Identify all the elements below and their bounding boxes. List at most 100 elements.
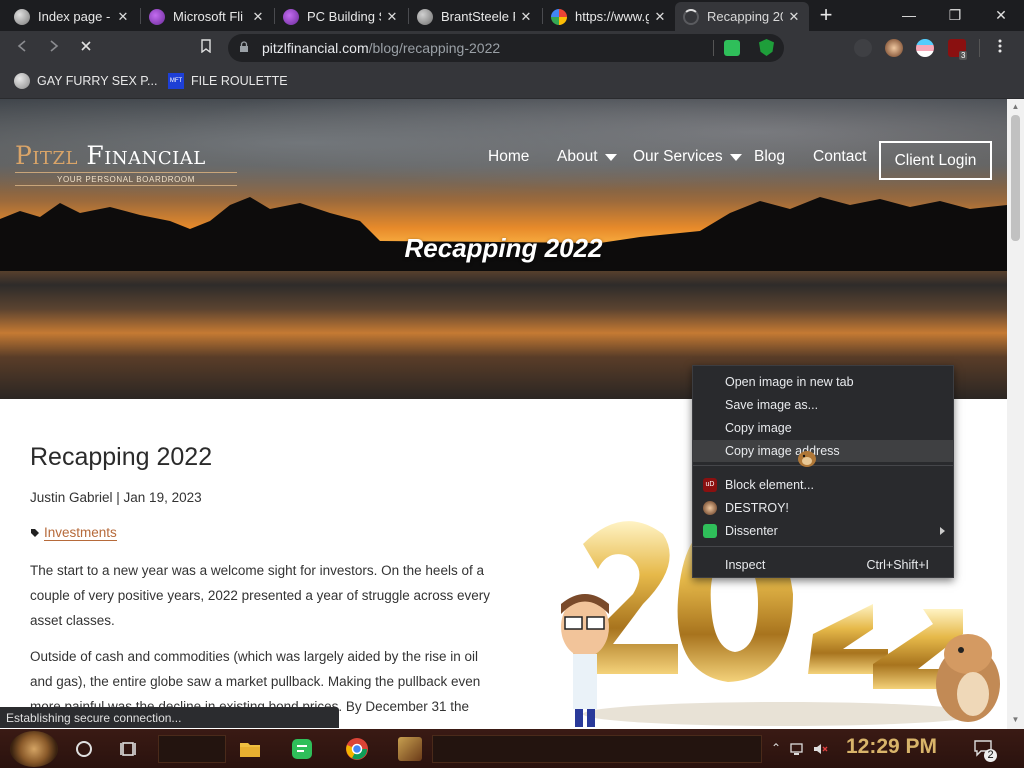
paragraph-line: couple of very positive years, 2022 pres… <box>30 588 490 603</box>
url-host: pitzlfinancial.com <box>262 40 369 56</box>
search-circle-icon[interactable] <box>72 737 96 761</box>
avatar-extension-icon[interactable] <box>885 39 903 57</box>
tab-google[interactable]: https://www.g ✕ <box>543 2 675 31</box>
menu-dissenter[interactable]: Dissenter <box>693 520 953 542</box>
tab-microsoft-flight[interactable]: Microsoft Fli ✕ <box>141 2 273 31</box>
purple-app-icon <box>149 8 165 25</box>
back-button[interactable] <box>12 38 32 58</box>
chrome-icon[interactable] <box>345 737 369 761</box>
scroll-up-arrow-icon[interactable]: ▲ <box>1011 102 1020 111</box>
bookmark-button[interactable] <box>196 38 216 58</box>
menu-separator <box>693 465 953 466</box>
tab-title: Recapping 20 <box>707 9 783 24</box>
restore-button[interactable]: ❐ <box>932 0 978 31</box>
flag-extension-icon[interactable] <box>916 39 934 57</box>
forward-button[interactable] <box>44 38 64 58</box>
logo-wordmark: Pitzl Financial <box>15 141 237 170</box>
network-icon[interactable] <box>790 741 806 757</box>
nav-about[interactable]: About <box>557 148 617 166</box>
tab-recapping-2022[interactable]: Recapping 20 ✕ <box>675 2 809 31</box>
tab-title: PC Building Si <box>307 9 381 24</box>
bookmark-label: GAY FURRY SEX P... <box>37 74 158 88</box>
avatar-icon <box>703 501 717 515</box>
dissenter-extension-icon[interactable] <box>724 40 740 56</box>
tab-close-icon[interactable]: ✕ <box>251 9 265 25</box>
dropdown-caret-icon <box>729 153 742 161</box>
task-view-icon[interactable] <box>118 737 142 761</box>
taskbar-slot[interactable] <box>158 735 226 763</box>
menu-item-label: Copy image address <box>725 444 840 458</box>
scrollbar-thumb[interactable] <box>1011 115 1020 241</box>
mft-icon: MFT <box>168 73 184 89</box>
tab-title: Index page - <box>38 9 111 24</box>
tab-close-icon[interactable]: ✕ <box>787 9 801 25</box>
nav-home[interactable]: Home <box>488 148 529 166</box>
nav-contact[interactable]: Contact <box>813 148 866 166</box>
menu-block-element[interactable]: uD Block element... <box>693 474 953 496</box>
scroll-down-arrow-icon[interactable]: ▼ <box>1011 715 1020 724</box>
paragraph-line: and gas), the entire globe saw a market … <box>30 674 481 689</box>
logo-word-pitzl: Pitzl <box>15 141 78 170</box>
tab-index-page[interactable]: Index page - ✕ <box>6 2 138 31</box>
paragraph-line: The start to a new year was a welcome si… <box>30 563 484 578</box>
stop-button[interactable] <box>76 38 96 58</box>
purple-app-icon <box>283 8 299 25</box>
menu-save-image-as[interactable]: Save image as... <box>693 394 953 416</box>
taskbar-slot[interactable] <box>432 735 762 763</box>
back-arrow-icon <box>17 40 26 52</box>
logo-tagline: YOUR PERSONAL BOARDROOM <box>15 172 237 186</box>
site-logo[interactable]: Pitzl Financial YOUR PERSONAL BOARDROOM <box>15 141 237 186</box>
bookmark-item[interactable]: GAY FURRY SEX P... <box>14 73 157 89</box>
dissenter-taskbar-icon[interactable] <box>290 737 314 761</box>
tab-title: https://www.g <box>575 9 649 24</box>
shield-extension-icon[interactable] <box>759 39 774 56</box>
tab-pc-building[interactable]: PC Building Si ✕ <box>275 2 407 31</box>
tag-icon <box>31 529 39 537</box>
post-title: Recapping 2022 <box>30 443 213 471</box>
tab-close-icon[interactable]: ✕ <box>519 9 533 25</box>
game-app-icon[interactable] <box>398 737 422 761</box>
more-vert-icon <box>998 39 1002 53</box>
forward-arrow-icon <box>50 40 59 52</box>
close-window-button[interactable]: ✕ <box>978 0 1024 31</box>
nav-label: About <box>557 148 598 165</box>
menu-destroy[interactable]: DESTROY! <box>693 497 953 519</box>
tab-close-icon[interactable]: ✕ <box>385 9 399 25</box>
globe-icon <box>14 8 30 25</box>
globe-icon <box>14 73 30 89</box>
tab-brantsteele[interactable]: BrantSteele F ✕ <box>409 2 541 31</box>
menu-inspect[interactable]: Inspect Ctrl+Shift+I <box>693 554 953 576</box>
tab-close-icon[interactable]: ✕ <box>116 9 130 25</box>
post-category: Investments <box>30 525 117 541</box>
file-explorer-icon[interactable] <box>238 737 262 761</box>
new-tab-button[interactable]: + <box>814 4 838 28</box>
start-button[interactable] <box>10 731 58 767</box>
page-scrollbar[interactable]: ▲ ▼ <box>1007 99 1024 729</box>
browser-menu-button[interactable] <box>993 39 1007 57</box>
category-link[interactable]: Investments <box>44 525 117 541</box>
taskbar: ⌃ 12:29 PM 2 <box>0 729 1024 768</box>
menu-item-label: DESTROY! <box>725 501 789 515</box>
bookmarks-bar: GAY FURRY SEX P... MFT FILE ROULETTE <box>0 65 1024 99</box>
menu-open-image-new-tab[interactable]: Open image in new tab <box>693 371 953 393</box>
url-path: /blog/recapping-2022 <box>368 40 501 56</box>
nav-blog[interactable]: Blog <box>754 148 785 166</box>
address-bar[interactable]: pitzlfinancial.com/blog/recapping-2022 <box>228 34 784 62</box>
tray-overflow-icon[interactable]: ⌃ <box>768 741 784 757</box>
minimize-button[interactable]: — <box>886 0 932 31</box>
extension-icon[interactable] <box>854 39 872 57</box>
client-login-button[interactable]: Client Login <box>879 141 992 180</box>
paragraph-line: asset classes. <box>30 613 115 628</box>
volume-muted-icon[interactable] <box>812 741 828 757</box>
omnibox-divider <box>713 40 714 56</box>
status-bubble: Establishing secure connection... <box>0 707 339 728</box>
nav-label: Contact <box>813 148 867 165</box>
nav-our-services[interactable]: Our Services <box>633 148 742 166</box>
tab-close-icon[interactable]: ✕ <box>653 9 667 25</box>
taskbar-clock[interactable]: 12:29 PM <box>846 735 937 759</box>
browser-toolbar: pitzlfinancial.com/blog/recapping-2022 3 <box>0 31 1024 65</box>
hero-banner: Pitzl Financial YOUR PERSONAL BOARDROOM … <box>0 99 1007 399</box>
bookmark-item[interactable]: MFT FILE ROULETTE <box>168 73 288 89</box>
menu-copy-image[interactable]: Copy image <box>693 417 953 439</box>
menu-copy-image-address[interactable]: Copy image address <box>693 440 953 462</box>
